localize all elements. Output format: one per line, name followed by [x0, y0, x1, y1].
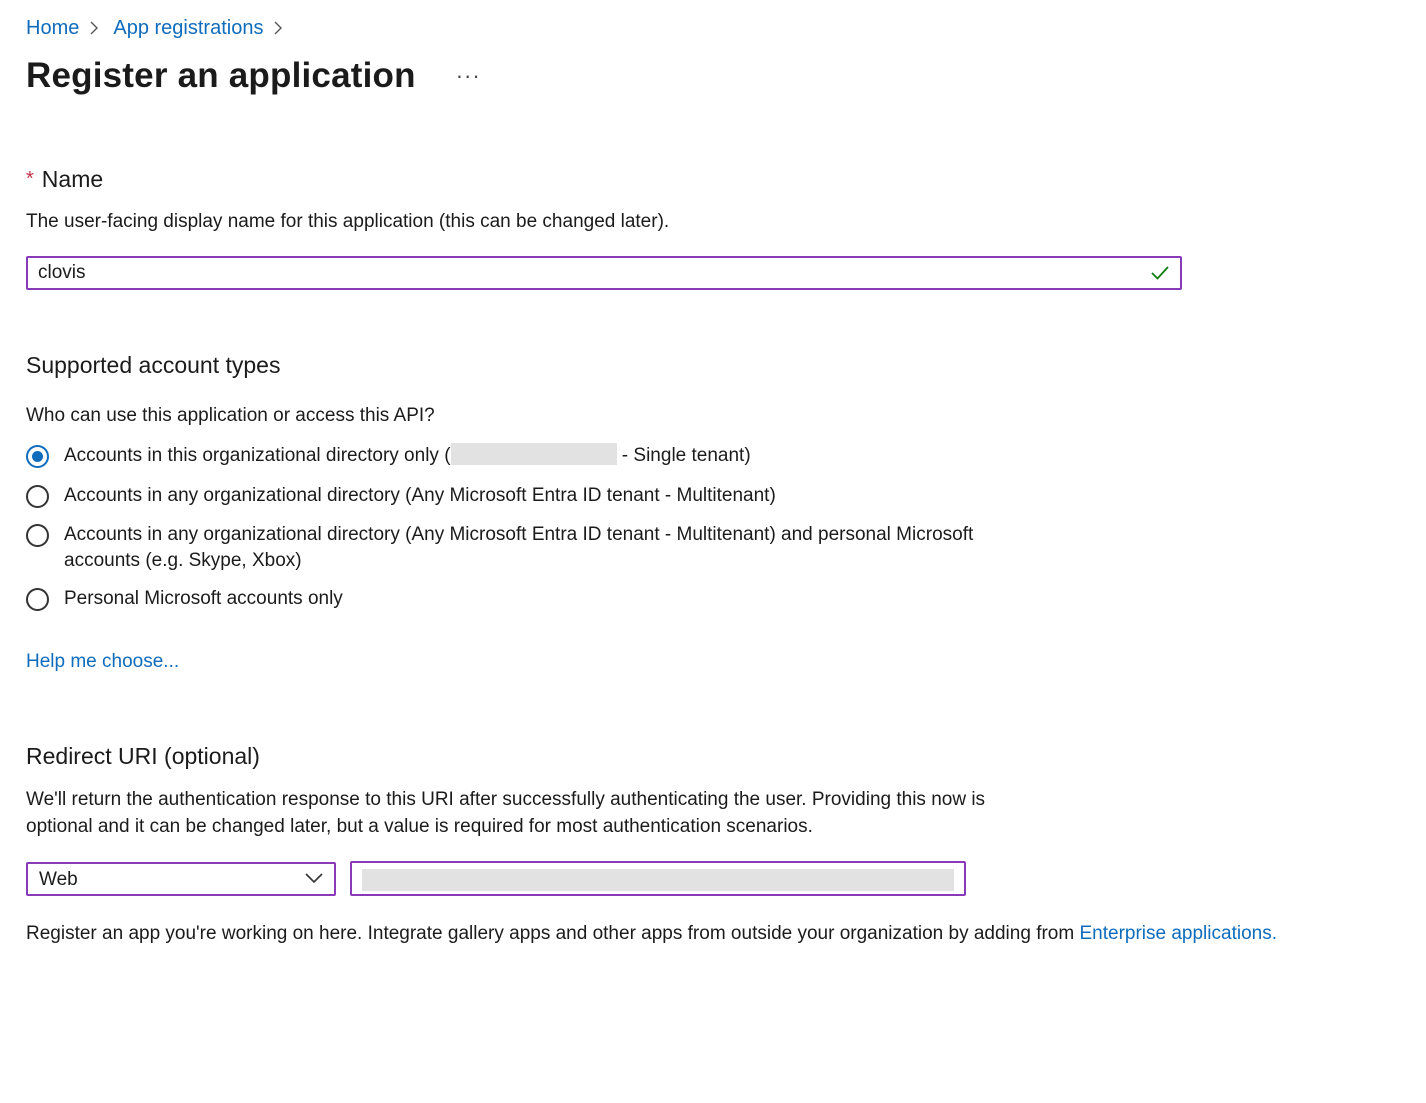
name-field-container [26, 256, 1182, 290]
checkmark-icon [1151, 266, 1169, 280]
name-heading-label: Name [41, 166, 104, 192]
radio-label-single-tenant: Accounts in this organizational director… [64, 443, 751, 466]
chevron-right-icon [89, 18, 103, 38]
name-input[interactable] [38, 258, 1138, 288]
account-types-heading: Supported account types [26, 352, 281, 378]
help-me-choose-link[interactable]: Help me choose... [26, 648, 179, 675]
radio-option-personal-only[interactable]: Personal Microsoft accounts only [26, 586, 984, 612]
required-marker: * [26, 168, 34, 190]
radio-button[interactable] [26, 524, 49, 547]
enterprise-applications-link[interactable]: Enterprise applications [1079, 923, 1271, 944]
radio-option-single-tenant[interactable]: Accounts in this organizational director… [26, 443, 984, 469]
radio-label-multitenant-personal: Accounts in any organizational directory… [64, 524, 974, 571]
radio-option-multitenant[interactable]: Accounts in any organizational directory… [26, 483, 984, 509]
breadcrumb-home-link[interactable]: Home [26, 14, 79, 42]
breadcrumb-app-registrations-link[interactable]: App registrations [113, 14, 263, 42]
more-options-button[interactable]: ··· [452, 63, 485, 89]
redirect-uri-heading: Redirect URI (optional) [26, 743, 260, 769]
redirect-uri-input[interactable] [350, 861, 966, 896]
platform-select[interactable]: Web [26, 862, 336, 896]
breadcrumb: Home App registrations [26, 14, 297, 42]
redacted-uri-value [362, 869, 954, 891]
name-description: The user-facing display name for this ap… [26, 211, 670, 232]
redacted-tenant-name [450, 443, 617, 465]
radio-button[interactable] [26, 485, 49, 508]
radio-button-selected[interactable] [26, 445, 49, 468]
radio-label-multitenant: Accounts in any organizational directory… [64, 485, 776, 506]
chevron-right-icon [273, 18, 287, 38]
name-heading: * Name [26, 164, 103, 194]
radio-option-multitenant-personal[interactable]: Accounts in any organizational directory… [26, 522, 984, 574]
page-title: Register an application [26, 56, 416, 95]
platform-select-value: Web [39, 869, 78, 890]
redirect-uri-description: We'll return the authentication response… [26, 789, 986, 837]
title-row: Register an application ··· [26, 54, 485, 98]
radio-label-personal-only: Personal Microsoft accounts only [64, 588, 343, 609]
account-types-question: Who can use this application or access t… [26, 405, 435, 426]
chevron-down-icon [305, 873, 323, 884]
radio-button[interactable] [26, 588, 49, 611]
footer-note: Register an app you're working on here. … [26, 923, 1277, 944]
